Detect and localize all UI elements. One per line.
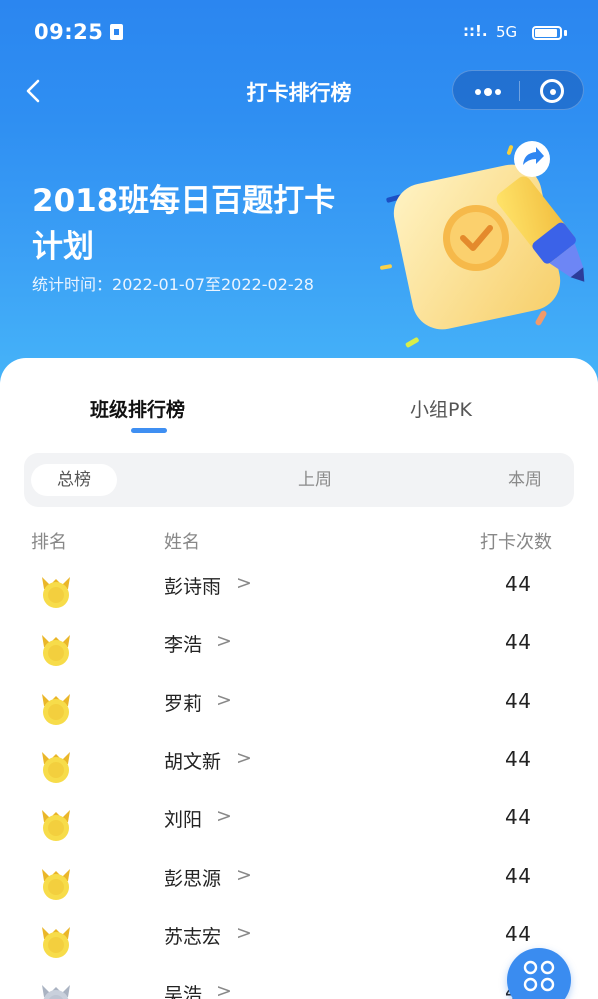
student-name: 吴浩: [164, 984, 203, 999]
period-selector: 总榜 上周 本周: [24, 453, 574, 507]
checkin-count: 44: [505, 863, 532, 888]
ranking-row[interactable]: 彭诗雨 >44: [0, 563, 598, 621]
medal-icon: [42, 693, 70, 725]
ranking-row[interactable]: 刘阳 >44: [0, 796, 598, 854]
checkin-count: 44: [505, 630, 532, 655]
medal-icon: [42, 635, 70, 667]
period-total[interactable]: 总榜: [31, 464, 117, 496]
medal-icon: [42, 926, 70, 958]
checkin-count: 44: [505, 805, 532, 830]
student-name: 彭诗雨: [164, 576, 222, 598]
more-button[interactable]: [453, 71, 519, 111]
chevron-right-icon: >: [216, 688, 232, 711]
student-name: 胡文新: [164, 750, 222, 773]
period-last-week[interactable]: 上周: [280, 464, 350, 496]
checkin-count: 44: [505, 746, 532, 771]
tab-class-ranking[interactable]: 班级排行榜: [90, 395, 185, 422]
status-time: 09:25: [34, 20, 104, 44]
checkin-count: 44: [505, 572, 532, 596]
chevron-right-icon: >: [216, 630, 232, 653]
column-header-name: 姓名: [164, 532, 200, 553]
mini-program-capsule: [452, 70, 584, 110]
chevron-right-icon: >: [236, 572, 252, 594]
medal-icon: [42, 868, 70, 900]
close-program-button[interactable]: [520, 71, 585, 111]
period-value: 2022-01-07至2022-02-28: [112, 275, 314, 294]
banner-period: 统计时间：2022-01-07至2022-02-28: [32, 272, 362, 297]
student-name: 李浩: [164, 634, 203, 657]
active-tab-indicator: [131, 428, 167, 433]
tab-group-pk[interactable]: 小组PK: [410, 395, 472, 422]
network-type: 5G: [496, 23, 518, 41]
student-name: 彭思源: [164, 867, 222, 890]
chevron-right-icon: >: [236, 746, 252, 769]
chevron-right-icon: >: [216, 805, 232, 828]
checkin-count: 44: [505, 688, 532, 713]
student-name: 苏志宏: [164, 925, 222, 948]
battery-icon: [532, 26, 562, 40]
column-header-rank: 排名: [31, 532, 67, 553]
battery-tip: [564, 30, 567, 36]
status-bar: 09:25 ::!. 5G: [0, 0, 598, 62]
ranking-row[interactable]: 罗莉 >44: [0, 680, 598, 738]
medal-icon: [42, 810, 70, 842]
period-this-week[interactable]: 本周: [490, 464, 560, 496]
target-icon: [540, 79, 564, 103]
apps-icon: [523, 960, 555, 992]
student-name: 罗莉: [164, 692, 203, 715]
checkin-illustration: [380, 141, 585, 348]
medal-icon: [42, 985, 70, 999]
period-label: 统计时间：: [32, 275, 113, 294]
student-name: 刘阳: [164, 809, 203, 832]
ranking-row[interactable]: 李浩 >44: [0, 621, 598, 679]
chevron-right-icon: >: [216, 980, 232, 999]
checkin-count: 44: [505, 921, 532, 946]
ranking-row[interactable]: 苏志宏 >44: [0, 913, 598, 971]
banner-title: 2018班每日百题打卡计划: [32, 183, 336, 265]
signal-icon: ::!.: [463, 22, 488, 40]
ranking-row[interactable]: 彭思源 >44: [0, 855, 598, 913]
chevron-right-icon: >: [236, 863, 252, 886]
medal-icon: [42, 577, 70, 608]
column-header-count: 打卡次数: [480, 532, 552, 553]
medal-icon: [42, 751, 70, 783]
chevron-right-icon: >: [236, 921, 252, 944]
ranking-row[interactable]: 胡文新 >44: [0, 738, 598, 796]
notification-icon: [110, 24, 123, 40]
nav-bar: 打卡排行榜: [0, 62, 598, 120]
